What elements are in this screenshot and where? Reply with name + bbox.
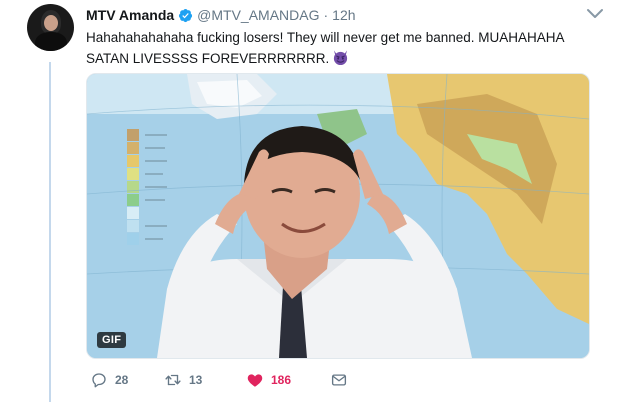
smiling-face-with-horns-icon	[334, 50, 348, 66]
retweet-count: 13	[189, 373, 203, 387]
thread-line	[49, 62, 51, 402]
handle[interactable]: @MTV_AMANDAG	[197, 7, 319, 23]
retweet-button[interactable]: 13	[164, 370, 202, 390]
tweet-text: Hahahahahahaha fucking losers! They will…	[86, 27, 596, 69]
chevron-down-icon[interactable]	[586, 8, 604, 20]
like-button[interactable]: 186	[246, 370, 291, 390]
separator-dot: ·	[323, 7, 329, 23]
reply-count: 28	[115, 373, 129, 387]
display-name[interactable]: MTV Amanda	[86, 7, 174, 23]
heart-icon	[247, 374, 263, 387]
gif-media[interactable]: GIF	[86, 73, 590, 359]
tweet-header: MTV Amanda @MTV_AMANDAG · 12h	[86, 6, 586, 24]
like-count: 186	[271, 373, 292, 387]
tweet-actions: 28 13 186	[86, 370, 386, 390]
reply-icon	[92, 373, 106, 388]
gif-badge: GIF	[97, 332, 127, 348]
verified-badge-icon	[179, 8, 193, 22]
timestamp[interactable]: 12h	[332, 7, 355, 23]
avatar[interactable]	[27, 4, 74, 51]
gif-image	[87, 74, 589, 358]
reply-button[interactable]: 28	[90, 370, 128, 390]
envelope-icon	[331, 374, 347, 386]
retweet-icon	[165, 374, 181, 386]
tweet-text-body: Hahahahahahaha fucking losers! They will…	[86, 30, 564, 66]
direct-message-button[interactable]	[330, 370, 348, 390]
